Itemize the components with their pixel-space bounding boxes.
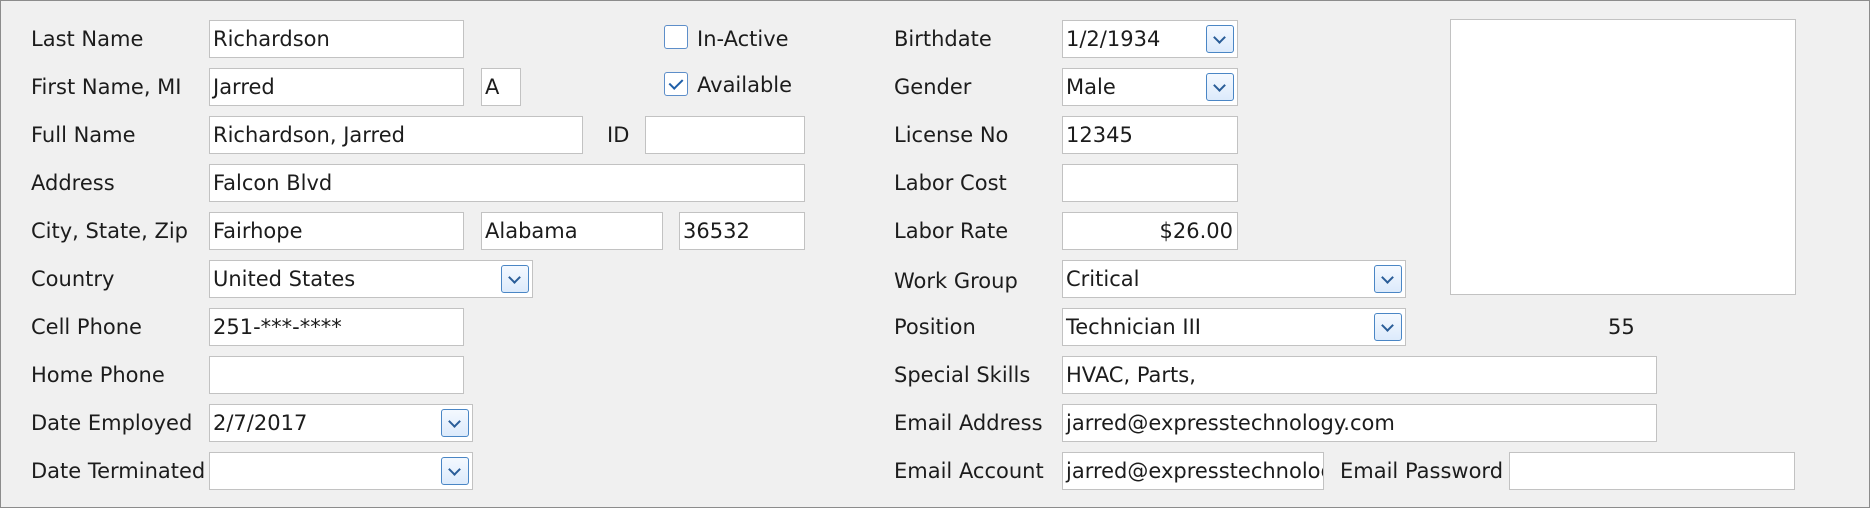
birthdate-picker[interactable]: 1/2/1934 xyxy=(1062,20,1238,58)
country-value: United States xyxy=(213,267,356,291)
work-group-value: Critical xyxy=(1066,267,1140,291)
date-employed-picker[interactable]: 2/7/2017 xyxy=(209,404,473,442)
available-checkbox[interactable] xyxy=(664,72,688,96)
full-name-label: Full Name xyxy=(31,123,136,147)
country-select[interactable]: United States xyxy=(209,260,533,298)
birthdate-value: 1/2/1934 xyxy=(1066,27,1161,51)
id-input[interactable] xyxy=(645,116,805,154)
gender-value: Male xyxy=(1066,75,1116,99)
address-input[interactable]: Falcon Blvd xyxy=(209,164,805,202)
city-input[interactable]: Fairhope xyxy=(209,212,464,250)
date-terminated-label: Date Terminated xyxy=(31,459,206,483)
position-label: Position xyxy=(894,315,976,339)
state-input[interactable]: Alabama xyxy=(481,212,663,250)
labor-rate-label: Labor Rate xyxy=(894,219,1009,243)
city-state-zip-label: City, State, Zip xyxy=(31,219,188,243)
chevron-down-icon[interactable] xyxy=(501,265,529,293)
available-label: Available xyxy=(697,73,793,97)
first-name-mi-label: First Name, MI xyxy=(31,75,182,99)
chevron-down-icon[interactable] xyxy=(1206,73,1234,101)
license-no-label: License No xyxy=(894,123,1009,147)
in-active-checkbox[interactable] xyxy=(664,25,688,49)
license-no-input[interactable]: 12345 xyxy=(1062,116,1238,154)
labor-cost-label: Labor Cost xyxy=(894,171,1007,195)
in-active-label: In-Active xyxy=(697,27,789,51)
first-name-input[interactable]: Jarred xyxy=(209,68,464,106)
employee-form: Last Name First Name, MI Full Name Addre… xyxy=(0,0,1870,508)
gender-select[interactable]: Male xyxy=(1062,68,1238,106)
chevron-down-icon[interactable] xyxy=(441,457,469,485)
email-address-input[interactable]: jarred@expresstechnology.com xyxy=(1062,404,1657,442)
email-address-label: Email Address xyxy=(894,411,1043,435)
special-skills-input[interactable]: HVAC, Parts, xyxy=(1062,356,1657,394)
position-select[interactable]: Technician III xyxy=(1062,308,1406,346)
birthdate-label: Birthdate xyxy=(894,27,992,51)
labor-rate-input[interactable]: $26.00 xyxy=(1062,212,1238,250)
id-label: ID xyxy=(607,123,630,147)
gender-label: Gender xyxy=(894,75,972,99)
position-value: Technician III xyxy=(1066,315,1201,339)
email-password-input[interactable] xyxy=(1509,452,1795,490)
date-employed-label: Date Employed xyxy=(31,411,193,435)
chevron-down-icon[interactable] xyxy=(1206,25,1234,53)
work-group-select[interactable]: Critical xyxy=(1062,260,1406,298)
email-password-label: Email Password xyxy=(1340,459,1504,483)
email-account-label: Email Account xyxy=(894,459,1044,483)
cell-phone-input[interactable]: 251-***-**** xyxy=(209,308,464,346)
photo-number: 55 xyxy=(1608,315,1635,339)
home-phone-input[interactable] xyxy=(209,356,464,394)
labor-cost-input[interactable] xyxy=(1062,164,1238,202)
chevron-down-icon[interactable] xyxy=(441,409,469,437)
home-phone-label: Home Phone xyxy=(31,363,165,387)
address-label: Address xyxy=(31,171,115,195)
cell-phone-label: Cell Phone xyxy=(31,315,142,339)
country-label: Country xyxy=(31,267,115,291)
last-name-input[interactable]: Richardson xyxy=(209,20,464,58)
special-skills-label: Special Skills xyxy=(894,363,1031,387)
date-employed-value: 2/7/2017 xyxy=(213,411,308,435)
employee-photo[interactable] xyxy=(1450,19,1796,295)
date-terminated-picker[interactable] xyxy=(209,452,473,490)
middle-initial-input[interactable]: A xyxy=(481,68,521,106)
zip-input[interactable]: 36532 xyxy=(679,212,805,250)
chevron-down-icon[interactable] xyxy=(1374,265,1402,293)
full-name-input[interactable]: Richardson, Jarred xyxy=(209,116,583,154)
chevron-down-icon[interactable] xyxy=(1374,313,1402,341)
email-account-input[interactable]: jarred@expresstechnology xyxy=(1062,452,1324,490)
work-group-label: Work Group xyxy=(894,269,1018,293)
last-name-label: Last Name xyxy=(31,27,144,51)
